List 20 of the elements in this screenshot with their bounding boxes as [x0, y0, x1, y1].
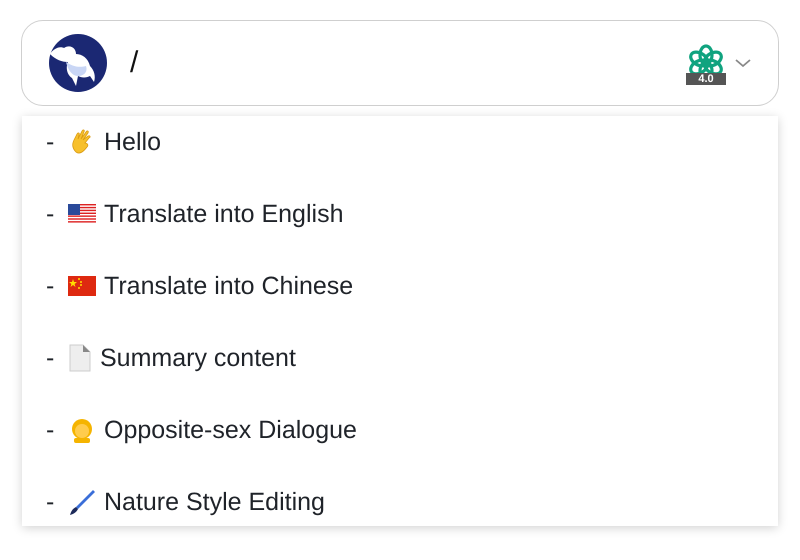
bullet-dash: -: [46, 488, 56, 516]
model-version-badge: 4.0: [686, 73, 726, 85]
suggestion-item[interactable]: Translate into English: [104, 200, 344, 228]
document-icon: [68, 344, 92, 372]
suggestion-item[interactable]: Translate into Chinese: [104, 272, 354, 300]
paintbrush-icon: [68, 488, 96, 516]
bullet-dash: -: [46, 272, 56, 300]
chevron-down-icon: [734, 57, 752, 69]
flag-icon: [68, 204, 96, 224]
model-selector[interactable]: 4.0: [686, 43, 752, 83]
bullet-dash: -: [46, 128, 56, 156]
flag-icon: [68, 276, 96, 296]
suggestion-item[interactable]: Nature Style Editing: [104, 488, 325, 516]
bullet-dash: -: [46, 200, 56, 228]
bullet-dash: -: [46, 344, 56, 372]
suggestion-item[interactable]: Summary content: [100, 344, 296, 372]
bullet-dash: -: [46, 416, 56, 444]
suggestion-item[interactable]: Hello: [104, 128, 161, 156]
suggestion-item[interactable]: Opposite-sex Dialogue: [104, 416, 357, 444]
prompt-input-field[interactable]: / 4.0: [21, 20, 779, 106]
